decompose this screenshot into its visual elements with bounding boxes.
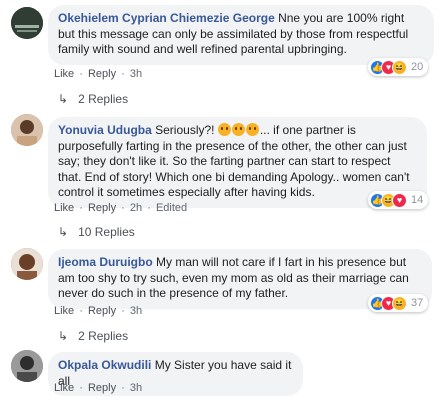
timestamp[interactable]: 3h [130,382,142,394]
comment-author[interactable]: Yonuvia Udugba [58,123,152,137]
separator: · [121,382,125,394]
comment-author[interactable]: Okehielem Cyprian Chiemezie George [58,11,275,25]
reaction-count: 14 [411,194,424,206]
replies-label: 2 Replies [78,329,129,343]
comment-author[interactable]: Okpala Okwudili [58,358,151,372]
like-link[interactable]: Like [54,382,74,394]
view-replies-link[interactable]: ↳ 2 Replies [58,329,128,343]
reaction-summary[interactable]: 👍 ♥ 😆 20 [368,58,429,76]
comment-actions: Like · Reply · 3h [54,382,142,394]
comment-actions: Like · Reply · 3h [54,68,142,80]
reply-arrow-icon: ↳ [58,329,69,343]
reply-link[interactable]: Reply [88,305,116,317]
comment-actions: Like · Reply · 3h [54,305,142,317]
like-link[interactable]: Like [54,202,74,214]
reaction-count: 20 [411,61,424,73]
avatar[interactable] [11,350,43,382]
separator: · [79,68,83,80]
view-replies-link[interactable]: ↳ 10 Replies [58,225,135,239]
reply-arrow-icon: ↳ [58,225,69,239]
reaction-count: 37 [411,297,424,309]
love-icon: ♥ [392,192,407,208]
reaction-summary[interactable]: 👍 ♥ 😆 37 [368,294,429,312]
view-replies-link[interactable]: ↳ 2 Replies [58,92,128,106]
timestamp[interactable]: 3h [130,68,142,80]
avatar[interactable] [11,7,43,39]
like-link[interactable]: Like [54,68,74,80]
comment-author[interactable]: Ijeoma Duruigbo [58,255,153,269]
avatar[interactable] [11,248,43,280]
worried-face-icon [231,123,245,136]
separator: · [121,305,125,317]
separator: · [79,382,83,394]
comment-actions: Like · Reply · 2h · Edited [54,202,187,214]
reaction-summary[interactable]: 👍 😆 ♥ 14 [368,191,429,209]
avatar-image [11,7,43,39]
timestamp[interactable]: 3h [130,305,142,317]
worried-face-icon [217,123,231,136]
replies-label: 2 Replies [78,92,129,106]
reply-link[interactable]: Reply [88,68,116,80]
worried-face-icon [245,123,259,136]
edited-label[interactable]: Edited [156,202,187,214]
separator: · [121,68,125,80]
comment-bubble: Okehielem Cyprian Chiemezie George Nne y… [48,5,434,65]
timestamp[interactable]: 2h [130,202,142,214]
haha-icon: 😆 [392,295,407,311]
like-link[interactable]: Like [54,305,74,317]
comment-text-start: Seriously?! [155,123,215,137]
reply-link[interactable]: Reply [88,202,116,214]
reply-link[interactable]: Reply [88,382,116,394]
avatar-image [11,248,43,280]
replies-label: 10 Replies [78,225,135,239]
separator: · [147,202,151,214]
haha-icon: 😆 [392,59,407,75]
avatar-image [11,114,43,146]
reply-arrow-icon: ↳ [58,92,69,106]
separator: · [79,202,83,214]
separator: · [79,305,83,317]
separator: · [121,202,125,214]
avatar-image [11,350,43,382]
avatar[interactable] [11,114,43,146]
